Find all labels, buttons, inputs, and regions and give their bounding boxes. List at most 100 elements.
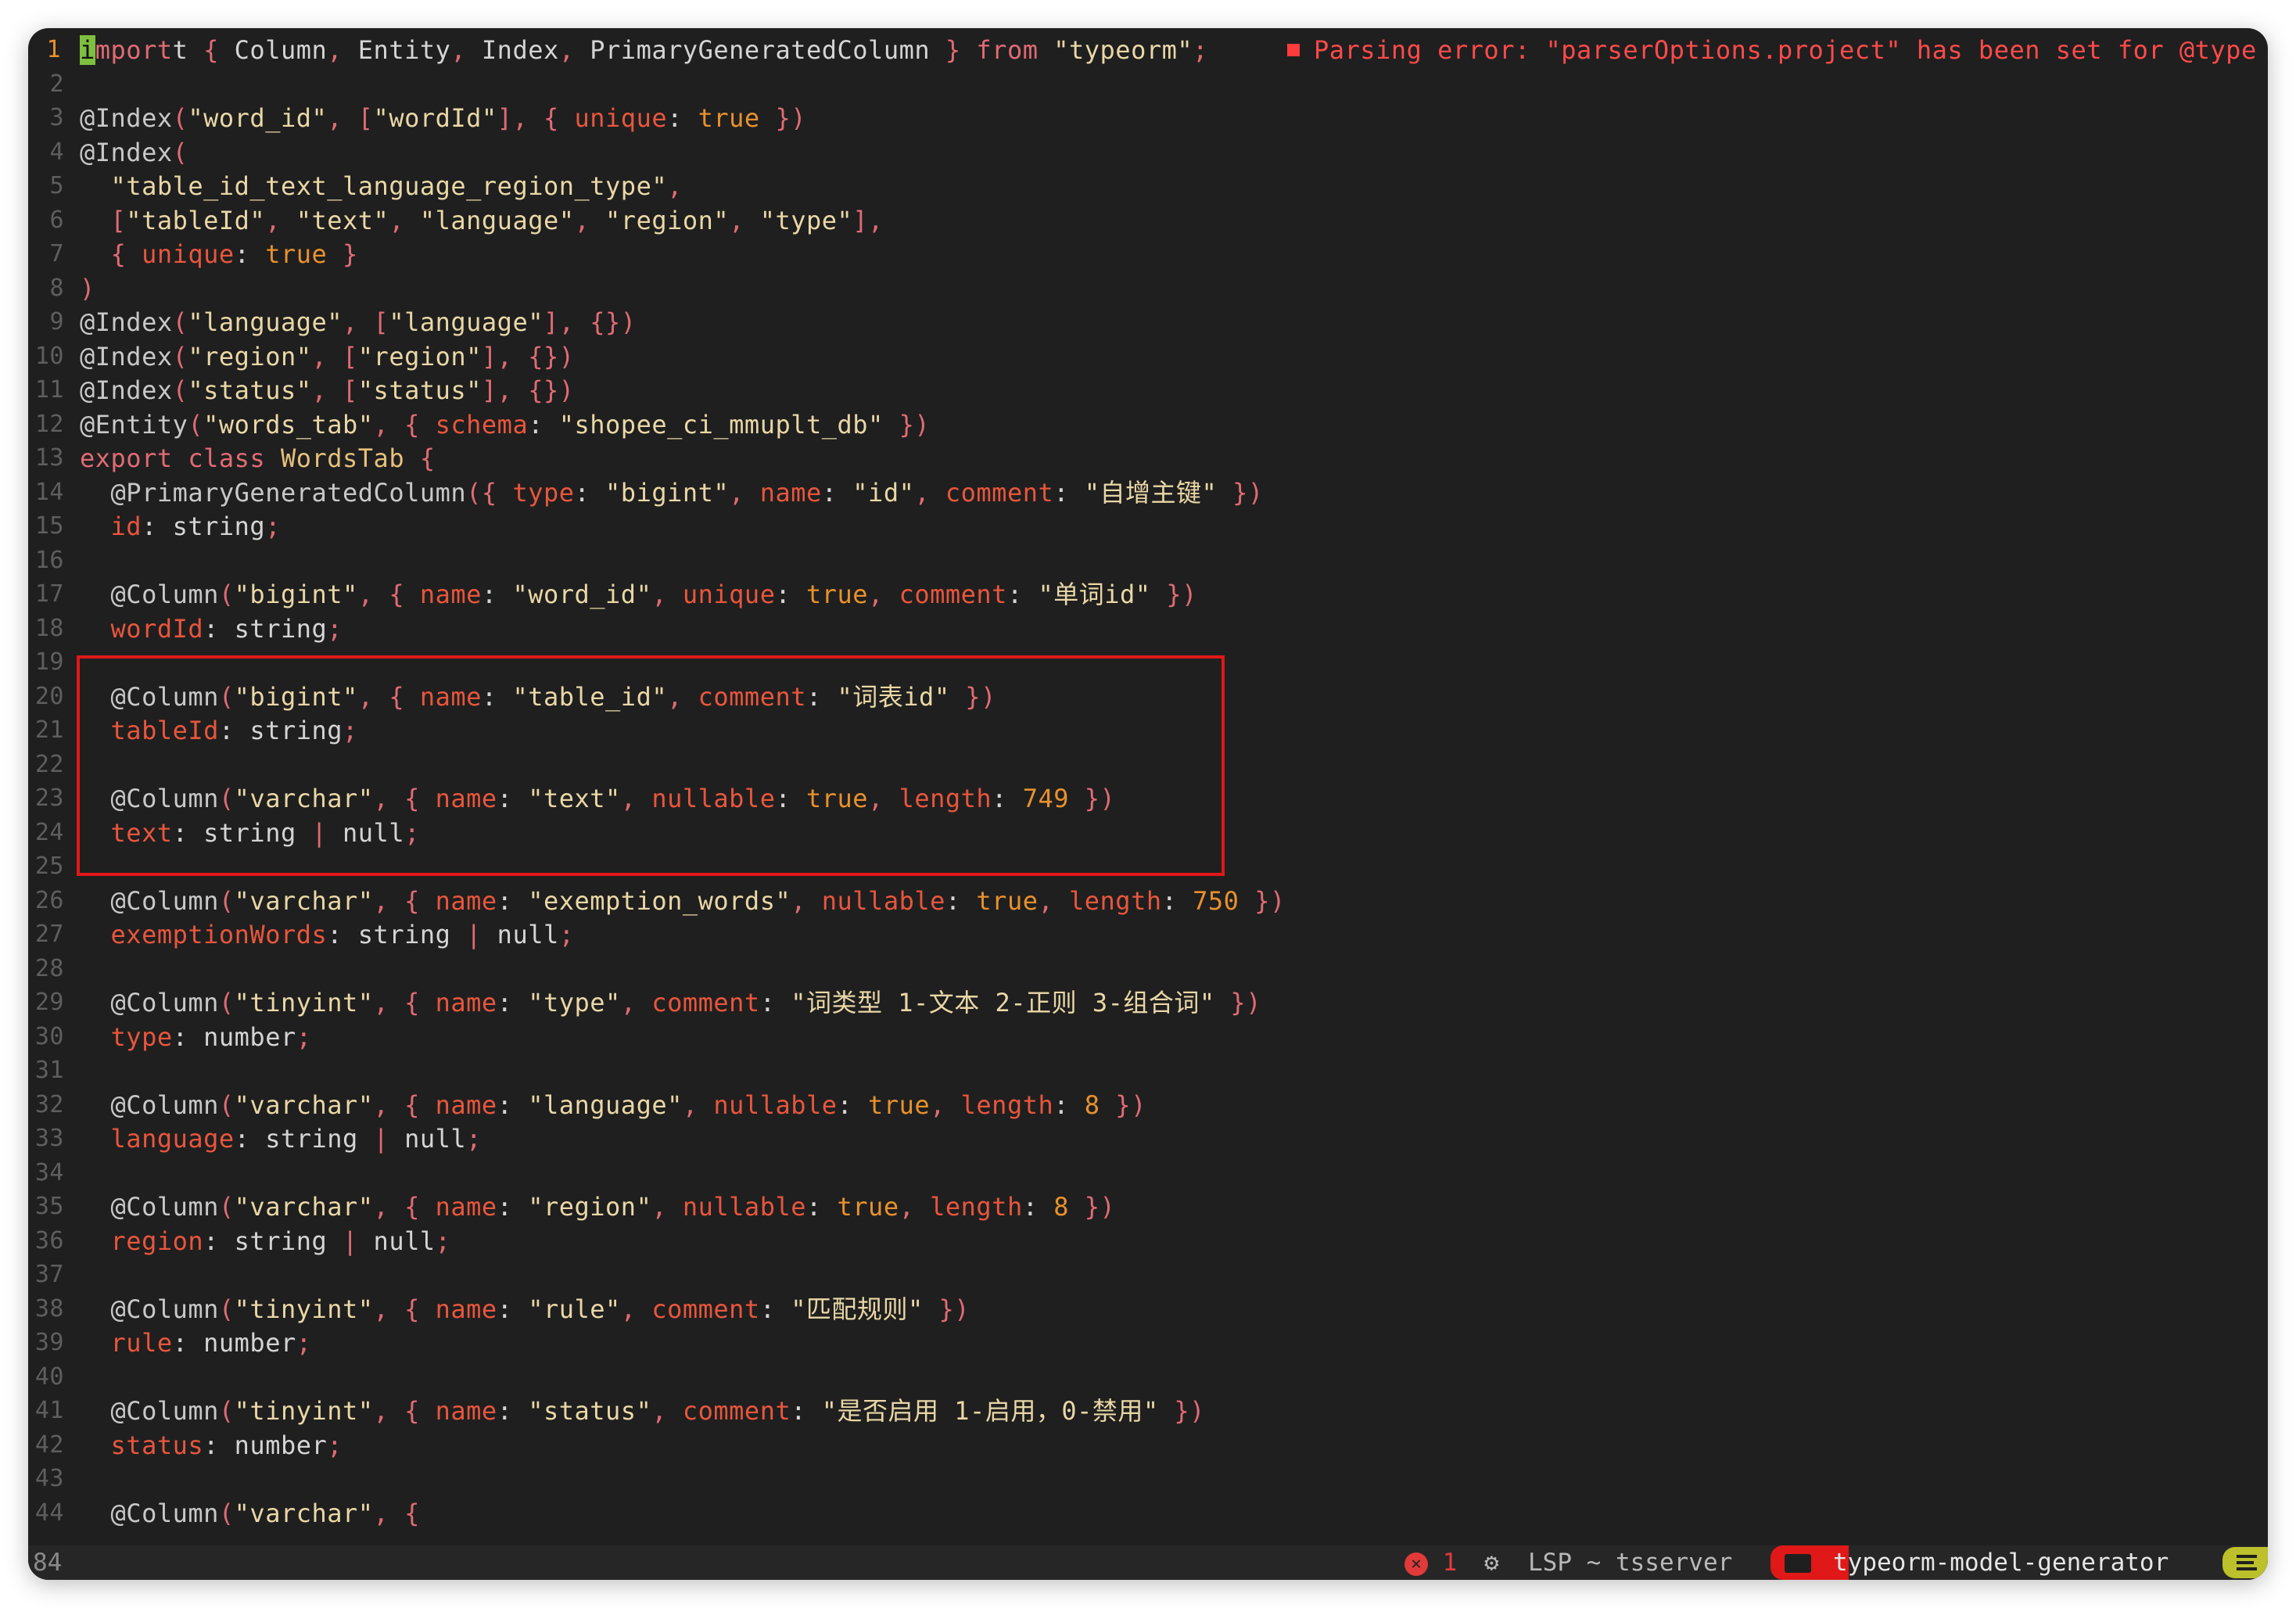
lsp-status[interactable]: LSP ~ tsserver (1528, 1545, 1732, 1580)
line-number: 25 (34, 852, 64, 880)
line-number: 28 (34, 954, 64, 982)
code-line[interactable]: 8) (28, 271, 2268, 306)
line-number: 12 (34, 410, 64, 438)
line-number: 35 (34, 1193, 64, 1220)
code-line[interactable]: 37 (28, 1258, 2268, 1292)
line-number: 14 (34, 478, 64, 506)
line-text: rule: number; (110, 1328, 312, 1358)
code-line[interactable]: 26 @Column("varchar", { name: "exemption… (28, 884, 2268, 918)
code-line[interactable]: 3 @Index("word_id", ["wordId"], { unique:… (28, 101, 2268, 135)
code-line[interactable]: 7 { unique: true } (28, 237, 2268, 271)
menu-icon[interactable] (2222, 1547, 2268, 1578)
line-number: 4 (49, 138, 64, 166)
line-text: @Column("tinyint", { name: "rule", comme… (110, 1294, 970, 1324)
code-line[interactable]: 42 status: number; (28, 1428, 2268, 1463)
line-text: ) (80, 273, 95, 303)
code-line[interactable]: 33 language: string | null; (28, 1122, 2268, 1156)
code-line[interactable]: 17 @Column("bigint", { name: "word_id", … (28, 577, 2268, 612)
code-line[interactable]: 16 (28, 544, 2268, 578)
error-icon: ✕ (1405, 1552, 1428, 1576)
line-number: 8 (49, 274, 64, 302)
code-line[interactable]: 1 importt { Column, Entity, Index, Primar… (28, 33, 2268, 67)
line-number: 29 (34, 989, 64, 1016)
line-text: exemptionWords: string | null; (110, 920, 575, 949)
line-text: @Column("varchar", { (110, 1498, 420, 1528)
line-number: 15 (34, 512, 64, 540)
code-line[interactable]: 10 @Index("region", ["region"], {}) (28, 339, 2268, 374)
code-line[interactable]: 31 (28, 1053, 2268, 1088)
code-line[interactable]: 34 (28, 1156, 2268, 1190)
code-line[interactable]: 6 ["tableId", "text", "language", "regio… (28, 203, 2268, 238)
code-line[interactable]: 43 (28, 1462, 2268, 1496)
editor-window: 1 importt { Column, Entity, Index, Primar… (28, 28, 2268, 1580)
code-line[interactable]: 18 wordId: string; (28, 612, 2268, 646)
project-name[interactable]: typeorm-model-generator (1833, 1545, 2169, 1580)
line-number: 26 (34, 886, 64, 914)
line-text: @PrimaryGeneratedColumn({ type: "bigint"… (110, 477, 1264, 508)
line-number: 30 (34, 1022, 64, 1050)
line-number: 24 (34, 818, 64, 846)
code-line[interactable]: 29 @Column("tinyint", { name: "type", co… (28, 985, 2268, 1020)
code-line[interactable]: 14 @PrimaryGeneratedColumn({ type: "bigi… (28, 476, 2268, 510)
error-indicator[interactable]: ✕ 1 (1405, 1545, 1457, 1580)
line-number: 10 (34, 342, 64, 370)
gear-icon: ⚙ (1484, 1549, 1499, 1577)
code-line[interactable]: 27 exemptionWords: string | null; (28, 917, 2268, 952)
line-number: 13 (34, 444, 64, 472)
line-number: 2 (49, 70, 64, 98)
line-number: 3 (49, 104, 64, 131)
code-line[interactable]: 41 @Column("tinyint", { name: "status", … (28, 1394, 2268, 1428)
code-line[interactable]: 36 region: string | null; (28, 1224, 2268, 1258)
line-number: 39 (34, 1329, 64, 1356)
code-line[interactable]: 39 rule: number; (28, 1326, 2268, 1360)
code-line[interactable]: 40 (28, 1360, 2268, 1394)
line-number: 33 (34, 1125, 64, 1152)
code-line[interactable]: 38 @Column("tinyint", { name: "rule", co… (28, 1292, 2268, 1326)
line-text: export class WordsTab { (80, 443, 436, 473)
line-text: @Column("tinyint", { name: "status", com… (110, 1396, 1205, 1426)
status-bar: 84 ✕ 1 ⚙ LSP ~ tsserver typeorm-model-ge… (28, 1545, 2268, 1580)
code-line[interactable]: 11 @Index("status", ["status"], {}) (28, 373, 2268, 407)
code-line[interactable]: 35 @Column("varchar", { name: "region", … (28, 1190, 2268, 1224)
line-number: 22 (34, 750, 64, 778)
code-line[interactable]: 32 @Column("varchar", { name: "language"… (28, 1088, 2268, 1122)
diagnostic-message[interactable]: Parsing error: "parserOptions.project" h… (1287, 33, 2257, 67)
line-text: "table_id_text_language_region_type", (110, 171, 683, 201)
line-text: { unique: true } (110, 239, 358, 269)
line-number: 34 (34, 1158, 64, 1186)
line-number: 40 (34, 1362, 64, 1391)
line-number: 7 (49, 240, 64, 267)
line-text: @Index("language", ["language"], {}) (80, 307, 637, 337)
line-number: 41 (34, 1397, 64, 1424)
line-text: @Entity("words_tab", { schema: "shopee_c… (80, 409, 931, 440)
code-line[interactable]: 13 export class WordsTab { (28, 441, 2268, 476)
line-text: @Column("varchar", { name: "region", nul… (110, 1192, 1116, 1222)
code-line[interactable]: 4 @Index( (28, 135, 2268, 170)
code-line[interactable]: 15 id: string; (28, 509, 2268, 544)
line-text: @Column("varchar", { name: "language", n… (110, 1089, 1146, 1120)
line-number: 11 (34, 376, 64, 404)
line-number: 37 (34, 1261, 64, 1288)
code-line[interactable]: 30 type: number; (28, 1020, 2268, 1054)
line-number: 44 (34, 1499, 64, 1527)
code-line[interactable]: 28 (28, 952, 2268, 986)
line-number: 31 (34, 1057, 64, 1084)
line-text: ["tableId", "text", "language", "region"… (110, 205, 884, 235)
error-marker-icon (1287, 44, 1300, 56)
line-text: @Index( (80, 137, 188, 167)
text-cursor: i (80, 35, 95, 65)
code-line[interactable]: 2 (28, 67, 2268, 102)
error-count: 1 (1442, 1549, 1458, 1577)
line-text: status: number; (110, 1430, 343, 1460)
code-line[interactable]: 44 @Column("varchar", { (28, 1496, 2268, 1531)
code-line[interactable]: 12 @Entity("words_tab", { schema: "shopee… (28, 407, 2268, 442)
line-text: @Column("bigint", { name: "word_id", uni… (110, 580, 1197, 609)
line-count: 84 (33, 1549, 63, 1577)
line-number: 1 (46, 36, 61, 63)
line-text: @Index("region", ["region"], {}) (80, 341, 575, 371)
line-number: 19 (34, 648, 64, 676)
line-number: 18 (34, 614, 64, 642)
highlight-box (77, 655, 1225, 876)
code-line[interactable]: 9 @Index("language", ["language"], {}) (28, 305, 2268, 339)
code-line[interactable]: 5 "table_id_text_language_region_type", (28, 169, 2268, 203)
